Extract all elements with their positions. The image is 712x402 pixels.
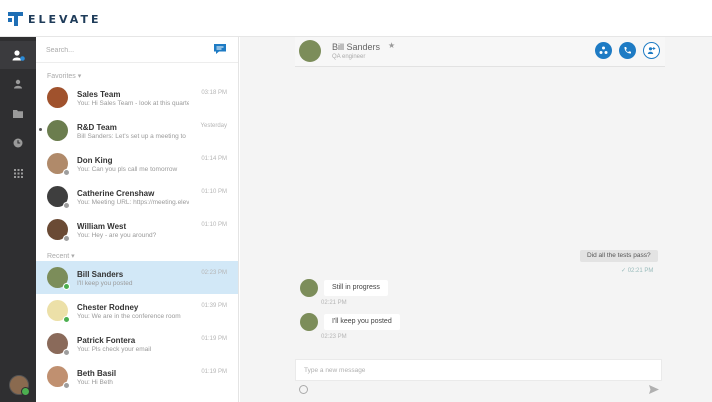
contact-name[interactable]: Bill Sanders: [332, 42, 380, 52]
phone-icon: [624, 47, 631, 54]
avatar: [47, 120, 68, 141]
chevron-down-icon: ▾: [71, 253, 75, 260]
add-participant-button[interactable]: [643, 42, 660, 59]
screen-share-button[interactable]: [595, 42, 612, 59]
contact-name: Beth Basil: [77, 369, 117, 378]
contact-row[interactable]: Don King You: Can you pls call me tomorr…: [36, 147, 238, 180]
app-name: ELEVATE: [28, 12, 102, 26]
star-icon[interactable]: ★: [388, 41, 395, 50]
contact-row[interactable]: Sales Team You: Hi Sales Team - look at …: [36, 81, 238, 114]
conversation-list: Favorites ▾ Sales Team You: Hi Sales Tea…: [36, 37, 239, 402]
message-time: 01:19 PM: [201, 369, 227, 375]
logo-mark-icon: [8, 12, 23, 26]
contact-name: Chester Rodney: [77, 303, 139, 312]
conversation-header: Bill Sanders ★ QA engineer: [295, 37, 665, 67]
contact-row[interactable]: Patrick Fontera You: Pls check your emai…: [36, 327, 238, 360]
presence-dot: [63, 316, 70, 323]
contact-row[interactable]: R&D Team Bill Sanders: Let's set up a me…: [36, 114, 238, 147]
incoming-message: Still in progress: [324, 280, 388, 296]
contact-row-selected[interactable]: Bill Sanders I'll keep you posted 02:23 …: [36, 261, 238, 294]
contact-row[interactable]: Catherine Crenshaw You: Meeting URL: htt…: [36, 180, 238, 213]
presence-dot: [63, 169, 70, 176]
new-chat-icon[interactable]: [213, 43, 227, 55]
contact-name: Bill Sanders: [77, 270, 124, 279]
nav-rail: [0, 37, 36, 402]
contact-row[interactable]: Chester Rodney You: We are in the confer…: [36, 294, 238, 327]
avatar: [47, 87, 68, 108]
send-icon[interactable]: [649, 385, 659, 394]
call-button[interactable]: [619, 42, 636, 59]
message-input[interactable]: [304, 365, 604, 376]
message-preview: You: We are in the conference room: [77, 313, 181, 320]
contacts-icon: [12, 49, 25, 61]
message-time: 01:10 PM: [201, 222, 227, 228]
message-time: 01:14 PM: [201, 156, 227, 162]
sender-avatar: [300, 313, 318, 331]
contact-name: R&D Team: [77, 123, 117, 132]
presence-dot: [63, 235, 70, 242]
person-icon: [14, 79, 22, 89]
search-bar: [36, 37, 238, 63]
app-logo: ELEVATE: [8, 12, 101, 26]
favorites-label: Favorites: [47, 73, 76, 80]
message-preview: You: Hey - are you around?: [77, 232, 157, 239]
rail-apps[interactable]: [0, 159, 36, 187]
outgoing-status: ✓ 02:21 PM: [621, 267, 653, 274]
contact-row[interactable]: Beth Basil You: Hi Beth 01:19 PM: [36, 360, 238, 393]
outgoing-message: Did all the tests pass?: [580, 250, 658, 262]
grid-icon: [13, 168, 23, 178]
message-preview: You: Hi Sales Team - look at this quarte…: [77, 100, 189, 107]
message-time: 01:19 PM: [201, 336, 227, 342]
message-time: 02:21 PM: [321, 300, 347, 306]
contact-role: QA engineer: [332, 54, 366, 60]
outgoing-time: 02:21 PM: [627, 268, 654, 274]
contact-name: Don King: [77, 156, 113, 165]
message-preview: You: Meeting URL: https://meeting.elevat…: [77, 199, 189, 206]
read-receipt-icon: ✓: [621, 268, 627, 274]
top-bar: ELEVATE: [0, 0, 712, 37]
emoji-icon[interactable]: [299, 385, 308, 394]
presence-dot: [63, 202, 70, 209]
message-preview: You: Can you pls call me tomorrow: [77, 166, 178, 173]
folder-icon: [13, 109, 23, 118]
message-preview: Bill Sanders: Let's set up a meeting to: [77, 133, 186, 140]
message-time: 01:10 PM: [201, 189, 227, 195]
message-preview: You: Hi Beth: [77, 379, 113, 386]
recent-header[interactable]: Recent ▾: [47, 252, 75, 260]
message-time: 02:23 PM: [201, 270, 227, 276]
search-input[interactable]: [46, 44, 196, 56]
contact-row[interactable]: William West You: Hey - are you around? …: [36, 213, 238, 246]
contact-name: Sales Team: [77, 90, 121, 99]
message-time: 02:23 PM: [321, 334, 347, 340]
conversation-panel: Bill Sanders ★ QA engineer Did all the t…: [240, 37, 712, 402]
contact-name: William West: [77, 222, 127, 231]
rail-contacts[interactable]: [0, 41, 36, 69]
presence-dot: [63, 349, 70, 356]
message-time: Yesterday: [200, 123, 227, 129]
message-preview: You: Pls check your email: [77, 346, 152, 353]
my-avatar[interactable]: [9, 375, 30, 396]
add-user-icon: [647, 47, 656, 54]
rail-history[interactable]: [0, 129, 36, 157]
rail-files[interactable]: [0, 99, 36, 127]
message-preview: I'll keep you posted: [77, 280, 133, 287]
chevron-down-icon: ▾: [77, 73, 82, 80]
recent-label: Recent: [47, 253, 70, 260]
screen-share-icon: [599, 46, 608, 54]
incoming-message: I'll keep you posted: [324, 314, 400, 330]
message-time: 03:18 PM: [201, 90, 227, 96]
message-time: 01:39 PM: [201, 303, 227, 309]
favorites-header[interactable]: Favorites ▾: [47, 72, 81, 80]
contact-avatar[interactable]: [299, 40, 321, 62]
rail-people[interactable]: [0, 70, 36, 98]
message-composer: [295, 359, 662, 381]
sender-avatar: [300, 279, 318, 297]
unread-indicator: [39, 128, 42, 131]
presence-dot: [63, 283, 70, 290]
contact-name: Catherine Crenshaw: [77, 189, 155, 198]
clock-icon: [13, 138, 23, 148]
presence-dot: [63, 382, 70, 389]
contact-name: Patrick Fontera: [77, 336, 136, 345]
